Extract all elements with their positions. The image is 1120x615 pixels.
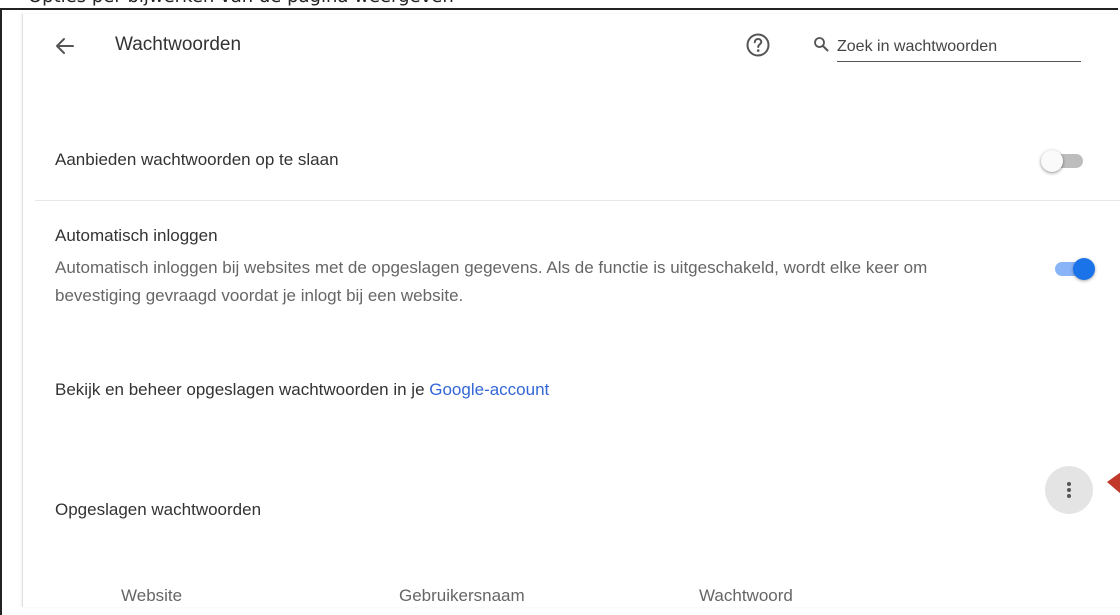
- column-header-username: Gebruikersnaam: [399, 586, 525, 605]
- column-header-website: Website: [121, 586, 183, 605]
- offer-save-label: Aanbieden wachtwoorden op te slaan: [55, 150, 339, 169]
- help-circle-icon[interactable]: [745, 32, 771, 58]
- search-icon: [814, 37, 829, 52]
- search-input[interactable]: [837, 32, 1081, 62]
- top-caption: Opties per bijwerken van de pagina weerg…: [0, 0, 1120, 8]
- page-title: Wachtwoorden: [115, 34, 242, 55]
- arrow-left-icon: [56, 38, 74, 54]
- manage-passwords-text: Bekijk en beheer opgeslagen wachtwoorden…: [55, 380, 549, 400]
- column-header-password: Wachtwoord: [699, 586, 793, 605]
- search-box: [813, 32, 1081, 66]
- page-header: Wachtwoorden: [23, 14, 1120, 78]
- saved-passwords-title: Opgeslagen wachtwoorden: [55, 500, 262, 519]
- divider: [35, 200, 1120, 201]
- back-button[interactable]: [51, 32, 79, 60]
- toggle-knob: [1041, 150, 1063, 172]
- auto-signin-description: Automatisch inloggen bij websites met de…: [55, 258, 928, 305]
- offer-save-toggle[interactable]: [1041, 148, 1087, 172]
- more-vert-icon: [1067, 482, 1071, 498]
- settings-card: Wachtwoorden Aanbieden wachtwoorden op t…: [22, 14, 1120, 607]
- auto-signin-title: Automatisch inloggen: [55, 226, 218, 245]
- google-account-link[interactable]: Google-account: [429, 380, 549, 399]
- annotation-arrow: [1107, 472, 1120, 494]
- auto-signin-toggle[interactable]: [1049, 256, 1095, 280]
- toggle-knob: [1073, 258, 1095, 280]
- more-actions-button[interactable]: [1045, 466, 1093, 514]
- manage-passwords-label: Bekijk en beheer opgeslagen wachtwoorden…: [55, 380, 430, 399]
